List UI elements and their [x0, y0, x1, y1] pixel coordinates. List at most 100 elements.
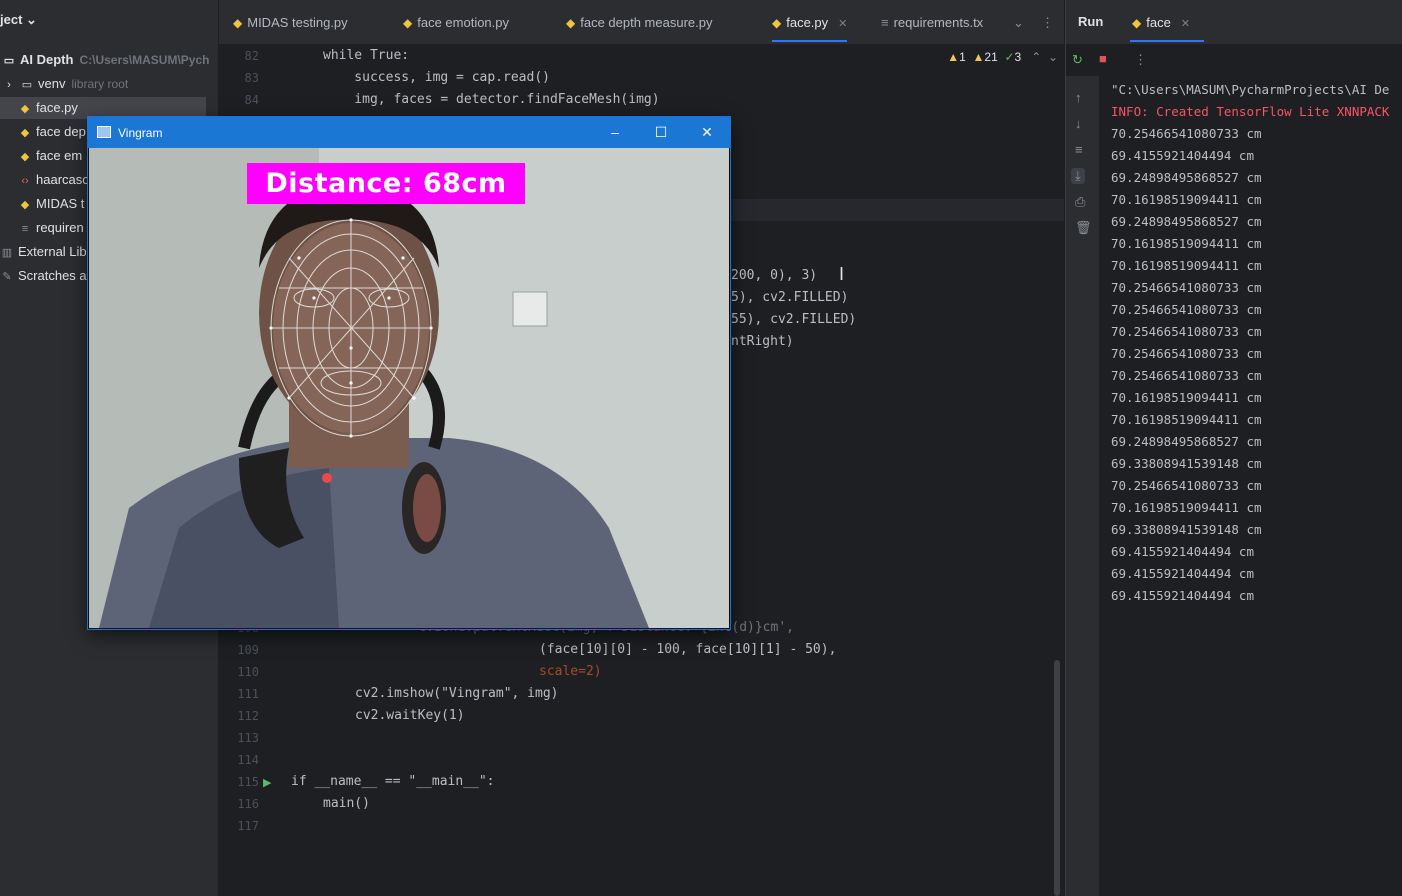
- inspection-widget[interactable]: ▲1 ▲21 ✓3 ⌃ ⌄: [947, 50, 1058, 64]
- webcam-image: [89, 148, 729, 628]
- text-file-icon: ≡: [881, 15, 889, 30]
- chevron-up-icon[interactable]: ⌃: [1031, 50, 1041, 64]
- line-number: 84: [244, 93, 259, 107]
- chevron-down-icon: ⌄: [26, 12, 37, 27]
- scroll-to-end-icon[interactable]: ⤓: [1071, 168, 1085, 184]
- run-tab-face[interactable]: ◆ face ✕: [1129, 0, 1205, 44]
- window-title: Vingram: [118, 126, 163, 140]
- console-line: 70.16198519094411 cm: [1111, 236, 1262, 251]
- close-icon[interactable]: ✕: [838, 18, 847, 30]
- code-line: img, faces = detector.findFaceMesh(img): [323, 92, 660, 107]
- window-title-bar[interactable]: Vingram – ☐ ✕: [88, 117, 730, 148]
- tree-item-scratches[interactable]: ✎ Scratches a: [0, 265, 86, 287]
- text-file-icon: ≡: [21, 223, 29, 235]
- mouse-ibeam-cursor: I: [839, 264, 845, 284]
- code-line: scale=2): [539, 664, 602, 679]
- line-number: 109: [237, 643, 259, 657]
- console-line: 70.25466541080733 cm: [1111, 280, 1262, 295]
- close-icon[interactable]: ✕: [684, 117, 730, 148]
- distance-overlay-label: Distance: 68cm: [247, 163, 525, 204]
- console-line: 70.25466541080733 cm: [1111, 346, 1262, 361]
- tree-item-midas[interactable]: ◆ MIDAS t: [18, 193, 85, 215]
- python-file-icon: ◆: [772, 16, 782, 30]
- console-line: 69.4155921404494 cm: [1111, 544, 1254, 559]
- editor-scrollbar[interactable]: [1054, 660, 1060, 896]
- minimize-icon[interactable]: –: [592, 117, 638, 148]
- tree-item-face-depth[interactable]: ◆ face dep: [18, 121, 86, 143]
- run-side-toolbar: ↑ ↓ ≡ ⤓ ⎙ 🗑: [1066, 76, 1099, 896]
- opencv-window[interactable]: Vingram – ☐ ✕ Distance: 68cm: [88, 117, 730, 629]
- line-number: 82: [244, 49, 259, 63]
- python-file-icon: ◆: [1132, 16, 1142, 30]
- project-view-header[interactable]: ject ⌄: [0, 12, 37, 28]
- tab-face-py[interactable]: ◆ face.py ✕: [772, 0, 848, 44]
- weak-warning-icon: ▲: [972, 50, 985, 64]
- scratches-icon: ✎: [2, 271, 12, 283]
- console-line: 70.16198519094411 cm: [1111, 258, 1262, 273]
- code-line: 200, 0), 3): [731, 268, 818, 283]
- code-line: while True:: [323, 48, 410, 63]
- code-line: if __name__ == "__main__":: [291, 774, 495, 789]
- scroll-down-icon[interactable]: ↓: [1075, 116, 1082, 131]
- python-file-icon: ◆: [403, 16, 413, 30]
- soft-wrap-icon[interactable]: ≡: [1075, 142, 1083, 157]
- python-file-icon: ◆: [20, 199, 30, 211]
- folder-icon: ▭: [21, 79, 33, 91]
- console-line: 70.16198519094411 cm: [1111, 390, 1262, 405]
- line-number: 116: [237, 797, 259, 811]
- library-icon: ▥: [1, 247, 13, 259]
- console-line: 70.25466541080733 cm: [1111, 126, 1262, 141]
- line-number: 112: [237, 709, 259, 723]
- tree-item-external-libraries[interactable]: ▥ External Lib: [0, 241, 87, 263]
- tab-requirements[interactable]: ≡ requirements.tx: [881, 0, 983, 44]
- run-tool-window: Run ◆ face ✕ ↻ ■ ⋮ ↑ ↓ ≡ ⤓ ⎙ 🗑 "C:\Users\M…: [1065, 0, 1402, 896]
- chevron-down-icon[interactable]: ⌄: [1048, 50, 1058, 64]
- stop-icon[interactable]: ■: [1099, 51, 1107, 66]
- line-number: 111: [237, 687, 259, 701]
- tab-face-emotion[interactable]: ◆ face emotion.py: [403, 0, 509, 44]
- console-line: 70.25466541080733 cm: [1111, 368, 1262, 383]
- console-line: 69.4155921404494 cm: [1111, 588, 1254, 603]
- code-line: cv2.waitKey(1): [355, 708, 465, 723]
- python-file-icon: ◆: [233, 16, 243, 30]
- tab-list-chevron-icon[interactable]: ⌄: [1013, 0, 1024, 44]
- tab-face-depth-measure[interactable]: ◆ face depth measure.py: [566, 0, 712, 44]
- console-line: 70.16198519094411 cm: [1111, 192, 1262, 207]
- line-number: 113: [237, 731, 259, 745]
- run-gutter-icon[interactable]: ▶: [263, 776, 271, 789]
- code-line: ntRight): [731, 334, 794, 349]
- trash-icon[interactable]: 🗑: [1075, 220, 1092, 236]
- more-options-icon[interactable]: ⋮: [1041, 0, 1054, 44]
- run-header: Run ◆ face ✕: [1066, 0, 1402, 44]
- tree-item-face-emotion[interactable]: ◆ face em: [18, 145, 82, 167]
- webcam-frame: Distance: 68cm: [89, 148, 729, 628]
- maximize-icon[interactable]: ☐: [638, 117, 684, 148]
- code-line: (face[10][0] - 100, face[10][1] - 50),: [539, 642, 837, 657]
- code-line: main(): [323, 796, 370, 811]
- console-line: INFO: Created TensorFlow Lite XNNPACK: [1111, 104, 1390, 119]
- tree-item-requirements[interactable]: ≡ requiren: [18, 217, 84, 239]
- python-file-icon: ◆: [20, 151, 30, 163]
- close-icon[interactable]: ✕: [1181, 18, 1190, 30]
- tree-item-haarcascade[interactable]: ‹› haarcasc: [18, 169, 88, 191]
- code-line: cv2.imshow("Vingram", img): [355, 686, 559, 701]
- line-number: 117: [237, 819, 259, 833]
- print-icon[interactable]: ⎙: [1075, 194, 1085, 210]
- xml-file-icon: ‹›: [21, 175, 29, 187]
- tab-midas-testing[interactable]: ◆ MIDAS testing.py: [233, 0, 348, 44]
- more-options-icon[interactable]: ⋮: [1134, 52, 1147, 68]
- rerun-icon[interactable]: ↻: [1072, 52, 1083, 68]
- scroll-up-icon[interactable]: ↑: [1075, 90, 1082, 105]
- console-line: 69.24898495868527 cm: [1111, 170, 1262, 185]
- console-line: 69.4155921404494 cm: [1111, 148, 1254, 163]
- tree-item-project-root[interactable]: ▭ AI Depth C:\Users\MASUM\Pych: [2, 49, 210, 71]
- window-app-icon: [97, 126, 111, 138]
- tree-item-face-py[interactable]: ◆ face.py: [0, 97, 206, 119]
- console-line: "C:\Users\MASUM\PycharmProjects\AI De: [1111, 82, 1390, 97]
- console-line: 69.33808941539148 cm: [1111, 456, 1262, 471]
- tree-item-venv[interactable]: › ▭ venv library root: [2, 73, 128, 95]
- console-line: 69.33808941539148 cm: [1111, 522, 1262, 537]
- line-number: 110: [237, 665, 259, 679]
- folder-icon: ▭: [3, 55, 15, 67]
- run-title: Run: [1078, 14, 1104, 29]
